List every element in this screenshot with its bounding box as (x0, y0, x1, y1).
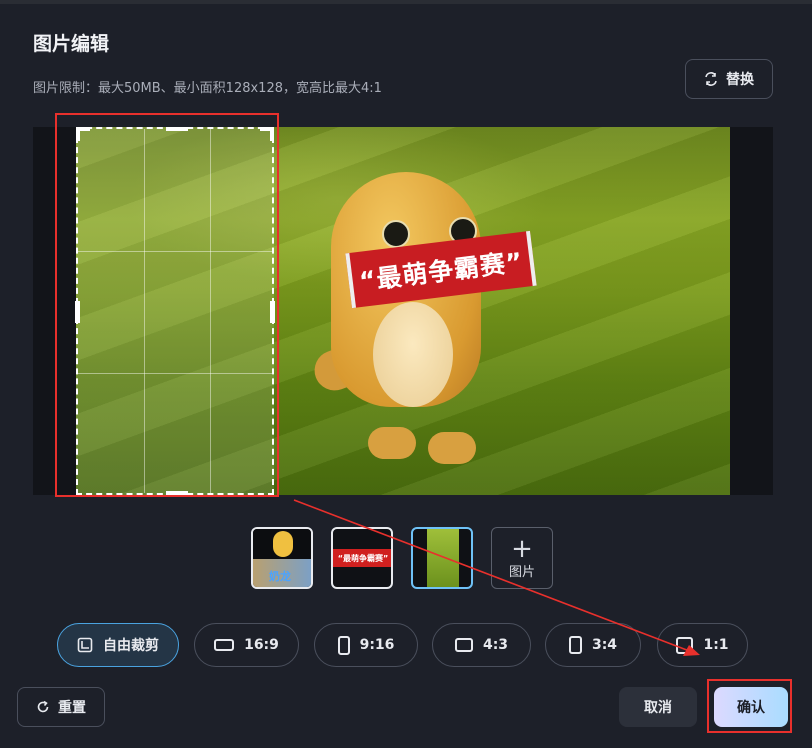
cancel-button[interactable]: 取消 (619, 687, 697, 727)
replace-button[interactable]: 替换 (685, 59, 773, 99)
ratio-label: 3:4 (591, 637, 618, 653)
thumb-banner-strip: “最萌争霸赛” (333, 549, 391, 567)
free-crop-icon (77, 637, 93, 653)
add-image-button[interactable]: + 图片 (491, 527, 553, 589)
rect-portrait-icon (337, 635, 350, 655)
thumbnail-collage[interactable]: 奶龙 (251, 527, 313, 589)
thumb-collage-caption: 奶龙 (269, 570, 291, 583)
banner-text: “最萌争霸赛” (357, 246, 525, 296)
add-image-label: 图片 (508, 564, 535, 580)
ratio-label: 16:9 (244, 637, 279, 653)
rect-portrait-icon (568, 636, 582, 654)
ratio-16-9[interactable]: 16:9 (194, 623, 299, 667)
ratio-4-3[interactable]: 4:3 (432, 623, 531, 667)
annotation-confirm-highlight (707, 679, 792, 733)
mascot-foot-right (428, 432, 476, 464)
reset-button[interactable]: 重置 (17, 687, 105, 727)
ratio-label: 自由裁剪 (103, 638, 159, 654)
reset-label: 重置 (58, 700, 86, 716)
thumb-banner-caption: “最萌争霸赛” (337, 553, 389, 563)
cancel-label: 取消 (644, 700, 672, 716)
reset-icon (37, 700, 49, 713)
mascot-belly (373, 302, 453, 407)
mascot-eye-left (382, 220, 410, 248)
annotation-crop-highlight (55, 113, 279, 497)
dialog-title: 图片编辑 (33, 33, 110, 55)
thumb-mascot-small (273, 531, 293, 557)
square-icon (676, 636, 694, 654)
ratio-3-4[interactable]: 3:4 (545, 623, 641, 667)
thumb-cropped-preview (427, 529, 459, 587)
replace-label: 替换 (726, 72, 754, 88)
rect-landscape-icon (454, 638, 473, 652)
thumbnail-banner[interactable]: “最萌争霸赛” (331, 527, 393, 589)
image-edit-dialog: 图片编辑 图片限制：最大50MB、最小面积128x128，宽高比最大4:1 替换… (0, 0, 812, 748)
swap-icon (705, 72, 717, 86)
image-limit-hint: 图片限制：最大50MB、最小面积128x128，宽高比最大4:1 (33, 81, 382, 96)
ratio-label: 1:1 (703, 637, 729, 653)
ratio-free-crop[interactable]: 自由裁剪 (57, 623, 179, 667)
ratio-label: 9:16 (359, 637, 395, 653)
plus-icon: + (511, 533, 533, 564)
ratio-1-1[interactable]: 1:1 (657, 623, 748, 667)
thumbnail-cropped[interactable] (411, 527, 473, 589)
top-strip (0, 0, 812, 4)
ratio-9-16[interactable]: 9:16 (314, 623, 418, 667)
mascot-foot-left (368, 427, 416, 459)
rect-landscape-icon (214, 639, 235, 651)
ratio-label: 4:3 (482, 637, 509, 653)
